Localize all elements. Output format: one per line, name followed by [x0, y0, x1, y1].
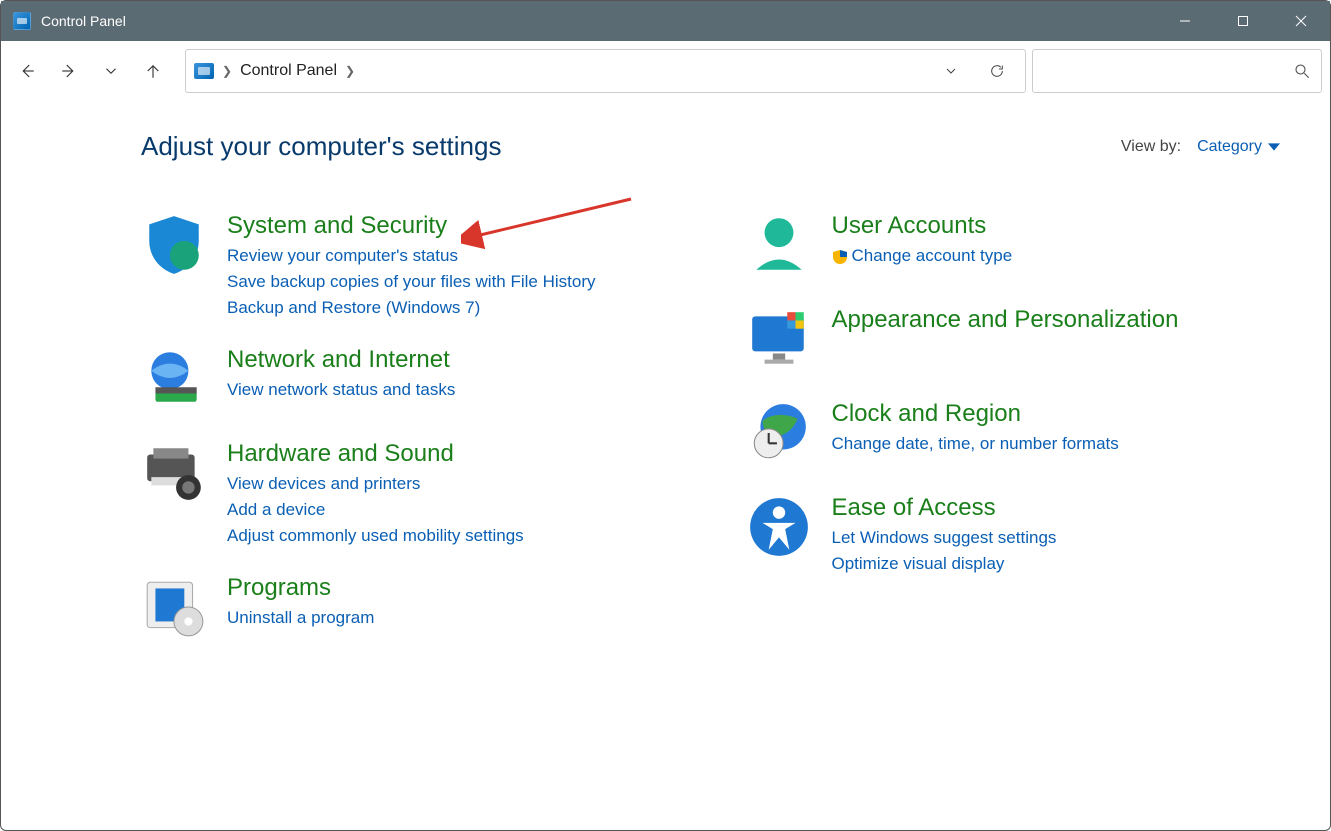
view-by-control: View by: Category [1121, 138, 1280, 156]
view-by-value: Category [1197, 138, 1262, 156]
category-link[interactable]: Uninstall a program [227, 608, 374, 628]
category-title[interactable]: Programs [227, 574, 374, 602]
category-clock-and-region: Clock and Region Change date, time, or n… [746, 400, 1291, 466]
address-bar[interactable]: ❯ Control Panel ❯ [185, 49, 1026, 93]
printer-camera-icon [141, 440, 207, 506]
control-panel-app-icon [13, 12, 31, 30]
breadcrumb-separator-icon[interactable]: ❯ [345, 64, 355, 78]
back-button[interactable] [9, 53, 45, 89]
category-link[interactable]: Let Windows suggest settings [832, 528, 1057, 548]
category-system-and-security: System and Security Review your computer… [141, 212, 686, 318]
clock-globe-icon [746, 400, 812, 466]
category-link[interactable]: Change account type [832, 246, 1013, 266]
category-link[interactable]: Optimize visual display [832, 554, 1057, 574]
category-link[interactable]: Save backup copies of your files with Fi… [227, 272, 596, 292]
minimize-button[interactable] [1156, 1, 1214, 41]
view-by-dropdown[interactable]: Category [1197, 138, 1280, 156]
address-history-button[interactable] [937, 57, 965, 85]
view-by-label: View by: [1121, 138, 1181, 156]
category-title[interactable]: Ease of Access [832, 494, 1057, 522]
category-link[interactable]: View network status and tasks [227, 380, 455, 400]
category-hardware-and-sound: Hardware and Sound View devices and prin… [141, 440, 686, 546]
search-input[interactable] [1043, 62, 1293, 79]
address-location[interactable]: Control Panel [240, 62, 337, 80]
title-bar: Control Panel [1, 1, 1330, 41]
page-heading: Adjust your computer's settings [141, 131, 501, 162]
left-column: System and Security Review your computer… [141, 212, 686, 640]
toolbar: ❯ Control Panel ❯ [1, 41, 1330, 101]
monitor-colors-icon [746, 306, 812, 372]
category-link[interactable]: Backup and Restore (Windows 7) [227, 298, 596, 318]
category-link[interactable]: Change date, time, or number formats [832, 434, 1119, 454]
search-box[interactable] [1032, 49, 1322, 93]
category-link[interactable]: Review your computer's status [227, 246, 596, 266]
category-title[interactable]: System and Security [227, 212, 596, 240]
category-appearance-and-personalization: Appearance and Personalization [746, 306, 1291, 372]
content-area: Adjust your computer's settings View by:… [1, 101, 1330, 670]
window-title: Control Panel [41, 13, 126, 29]
category-title[interactable]: Appearance and Personalization [832, 306, 1179, 334]
control-panel-icon [194, 63, 214, 79]
category-programs: Programs Uninstall a program [141, 574, 686, 640]
category-title[interactable]: Hardware and Sound [227, 440, 524, 468]
category-title[interactable]: Network and Internet [227, 346, 455, 374]
up-button[interactable] [135, 53, 171, 89]
category-link[interactable]: View devices and printers [227, 474, 524, 494]
user-icon [746, 212, 812, 278]
category-title[interactable]: Clock and Region [832, 400, 1119, 428]
category-title[interactable]: User Accounts [832, 212, 1013, 240]
right-column: User Accounts Change account type Appear… [746, 212, 1291, 640]
category-link[interactable]: Add a device [227, 500, 524, 520]
breadcrumb-separator-icon: ❯ [222, 64, 232, 78]
category-user-accounts: User Accounts Change account type [746, 212, 1291, 278]
category-link[interactable]: Adjust commonly used mobility settings [227, 526, 524, 546]
category-ease-of-access: Ease of Access Let Windows suggest setti… [746, 494, 1291, 574]
shield-icon [141, 212, 207, 278]
shield-link-text: Change account type [852, 246, 1013, 265]
globe-network-icon [141, 346, 207, 412]
refresh-button[interactable] [983, 57, 1011, 85]
maximize-button[interactable] [1214, 1, 1272, 41]
search-icon[interactable] [1293, 62, 1311, 80]
close-button[interactable] [1272, 1, 1330, 41]
accessibility-icon [746, 494, 812, 560]
category-network-and-internet: Network and Internet View network status… [141, 346, 686, 412]
recent-locations-button[interactable] [93, 53, 129, 89]
programs-disc-icon [141, 574, 207, 640]
forward-button[interactable] [51, 53, 87, 89]
uac-shield-icon [832, 249, 848, 265]
